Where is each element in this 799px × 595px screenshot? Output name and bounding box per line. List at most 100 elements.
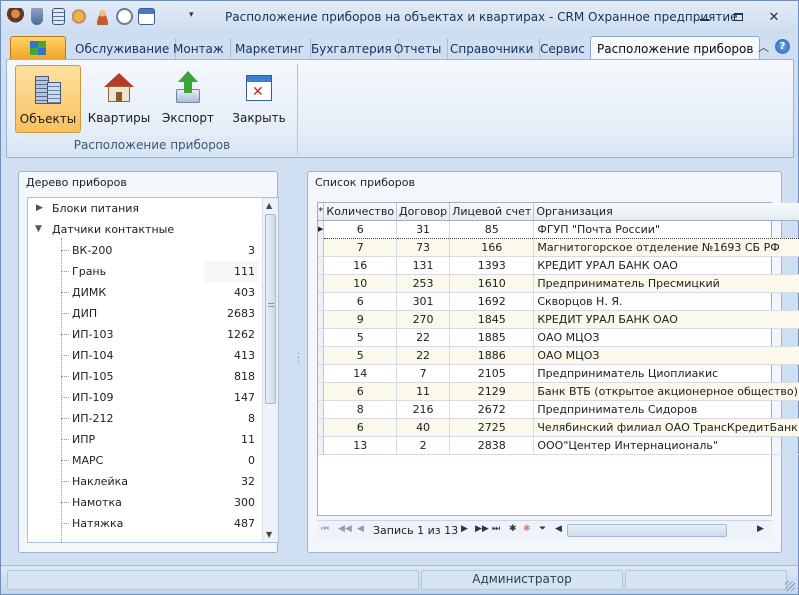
cell-contract[interactable]: 11 — [396, 382, 451, 401]
tab-accounting[interactable]: Бухгалтерия — [305, 38, 399, 60]
tree-item[interactable]: Натяжка 487 — [28, 513, 278, 534]
scroll-down-icon[interactable]: ▼ — [266, 530, 272, 539]
prev-record-icon[interactable]: ◀ — [357, 524, 364, 534]
help-icon[interactable]: ? — [775, 39, 790, 54]
tab-service[interactable]: Обслуживание — [69, 38, 177, 60]
minimize-button[interactable] — [693, 8, 715, 26]
tree-group-contact-sensors[interactable]: ▼ Датчики контактные — [28, 219, 268, 240]
cell-quantity[interactable]: 16 — [323, 256, 398, 275]
append-record-icon[interactable]: ✱ — [509, 524, 517, 534]
cell-account[interactable]: 2105 — [449, 364, 535, 383]
tree-item[interactable]: Намотка 300 — [28, 492, 278, 513]
edit-record-icon[interactable]: ✱ — [523, 524, 531, 534]
cell-organization[interactable]: ООО"Центер Интернациональ" — [533, 436, 799, 455]
guard-icon[interactable] — [7, 8, 24, 25]
apartments-button[interactable]: Квартиры — [85, 65, 153, 133]
next-record-icon[interactable]: ▶ — [461, 524, 468, 534]
table-row[interactable]: 9 270 1845 КРЕДИТ УРАЛ БАНК ОАО — [318, 310, 799, 329]
tree-item[interactable]: ИП-109 147 — [28, 387, 278, 408]
table-row[interactable]: 6 301 1692 Скворцов Н. Я. — [318, 292, 799, 311]
cell-account[interactable]: 2838 — [449, 436, 535, 455]
restore-button[interactable] — [727, 8, 749, 26]
first-page-icon[interactable]: ⏮ — [321, 524, 329, 534]
cell-quantity[interactable]: 6 — [323, 418, 398, 437]
cell-account[interactable]: 166 — [449, 238, 535, 257]
tab-device-location[interactable]: Расположение приборов — [590, 36, 761, 60]
user-icon[interactable] — [94, 8, 111, 25]
export-button[interactable]: Экспорт — [157, 65, 219, 133]
cell-contract[interactable]: 73 — [396, 238, 451, 257]
table-row[interactable]: 6 40 2725 Челябинский филиал ОАО ТрансКреди… — [318, 418, 799, 437]
table-row[interactable]: 5 22 1886 ОАО МЦОЗ — [318, 346, 799, 365]
tab-marketing[interactable]: Маркетинг — [229, 38, 311, 60]
application-button[interactable] — [10, 36, 66, 60]
table-row[interactable]: 10 253 1610 Предприниматель Пресмицкий — [318, 274, 799, 293]
table-row[interactable]: 7 73 166 Магнитогорское отделение №1693 СБ … — [318, 238, 799, 257]
tree-vertical-scrollbar[interactable]: ▲ ▼ — [262, 198, 278, 542]
tab-settings[interactable]: Сервис — [534, 38, 591, 60]
cell-account[interactable]: 85 — [449, 220, 535, 239]
tree-item[interactable]: МАРС 0 — [28, 450, 278, 471]
column-header-account[interactable]: Лицевой счет — [449, 203, 535, 221]
tab-installation[interactable]: Монтаж — [167, 38, 231, 60]
cell-contract[interactable]: 131 — [396, 256, 451, 275]
tree-item[interactable]: ИП-212 8 — [28, 408, 278, 429]
cell-organization[interactable]: ОАО МЦОЗ — [533, 346, 799, 365]
filter-icon[interactable]: ⏷ — [539, 524, 546, 534]
close-tab-button[interactable]: ✕ Закрыть — [227, 65, 291, 133]
customize-qat-icon[interactable]: ▾ — [189, 10, 194, 20]
table-row[interactable]: 13 2 2838 ООО"Центер Интернациональ" — [318, 436, 799, 455]
column-header-organization[interactable]: Организация — [533, 203, 799, 221]
minimize-ribbon-icon[interactable]: ︿ — [758, 39, 769, 55]
cell-organization[interactable]: КРЕДИТ УРАЛ БАНК ОАО — [533, 310, 799, 329]
table-row[interactable]: 14 7 2105 Предприниматель Циоплиакис — [318, 364, 799, 383]
table-row[interactable]: ▶ 6 31 85 ФГУП "Почта России" — [318, 220, 799, 239]
cell-account[interactable]: 1886 — [449, 346, 535, 365]
cell-quantity[interactable]: 6 — [323, 382, 398, 401]
cell-contract[interactable]: 270 — [396, 310, 451, 329]
column-header-quantity[interactable]: Количество — [323, 203, 398, 221]
cell-account[interactable]: 1845 — [449, 310, 535, 329]
cell-contract[interactable]: 22 — [396, 328, 451, 347]
tree-item[interactable]: ДИМК 403 — [28, 282, 278, 303]
device-grid[interactable]: * Количество Договор Лицевой счет Органи… — [317, 202, 799, 516]
horizontal-scroll-thumb[interactable] — [567, 524, 727, 537]
objects-button[interactable]: Объекты — [15, 65, 81, 133]
cell-organization[interactable]: Скворцов Н. Я. — [533, 292, 799, 311]
cell-account[interactable]: 1692 — [449, 292, 535, 311]
cell-contract[interactable]: 7 — [396, 364, 451, 383]
tree-item[interactable]: Грань 111 — [28, 261, 278, 282]
tree-item[interactable]: ИП-105 818 — [28, 366, 278, 387]
window-icon[interactable] — [138, 8, 155, 25]
cell-organization[interactable]: ФГУП "Почта России" — [533, 220, 799, 239]
cell-organization[interactable]: Предприниматель Пресмицкий — [533, 274, 799, 293]
scroll-left-icon[interactable]: ◀ — [555, 524, 562, 534]
resize-grip-icon[interactable] — [785, 581, 795, 591]
close-button[interactable]: ✕ — [763, 8, 785, 26]
cell-contract[interactable]: 22 — [396, 346, 451, 365]
cell-contract[interactable]: 301 — [396, 292, 451, 311]
cell-contract[interactable]: 253 — [396, 274, 451, 293]
cell-organization[interactable]: КРЕДИТ УРАЛ БАНК ОАО — [533, 256, 799, 275]
cell-quantity[interactable]: 5 — [323, 328, 398, 347]
cell-quantity[interactable]: 7 — [323, 238, 398, 257]
cell-quantity[interactable]: 13 — [323, 436, 398, 455]
cell-contract[interactable]: 31 — [396, 220, 451, 239]
device-tree[interactable]: ▶ Блоки питания ▼ Датчики контактные ВК-… — [27, 197, 279, 543]
tree-group-power[interactable]: ▶ Блоки питания — [28, 198, 268, 219]
cell-account[interactable]: 1610 — [449, 274, 535, 293]
scroll-thumb[interactable] — [265, 214, 276, 404]
cell-quantity[interactable]: 6 — [323, 220, 398, 239]
tree-item[interactable]: Наклейка 32 — [28, 471, 278, 492]
plug-icon[interactable] — [31, 8, 43, 25]
tree-item[interactable]: ИПР 11 — [28, 429, 278, 450]
scroll-up-icon[interactable]: ▲ — [266, 201, 272, 210]
table-row[interactable]: 8 216 2672 Предприниматель Сидоров — [318, 400, 799, 419]
tree-item[interactable]: ВК-200 3 — [28, 240, 278, 261]
tree-item[interactable]: ИП-104 413 — [28, 345, 278, 366]
cell-account[interactable]: 2672 — [449, 400, 535, 419]
column-header-contract[interactable]: Договор — [396, 203, 451, 221]
cell-quantity[interactable]: 9 — [323, 310, 398, 329]
tab-directories[interactable]: Справочники — [444, 38, 541, 60]
cell-account[interactable]: 2725 — [449, 418, 535, 437]
